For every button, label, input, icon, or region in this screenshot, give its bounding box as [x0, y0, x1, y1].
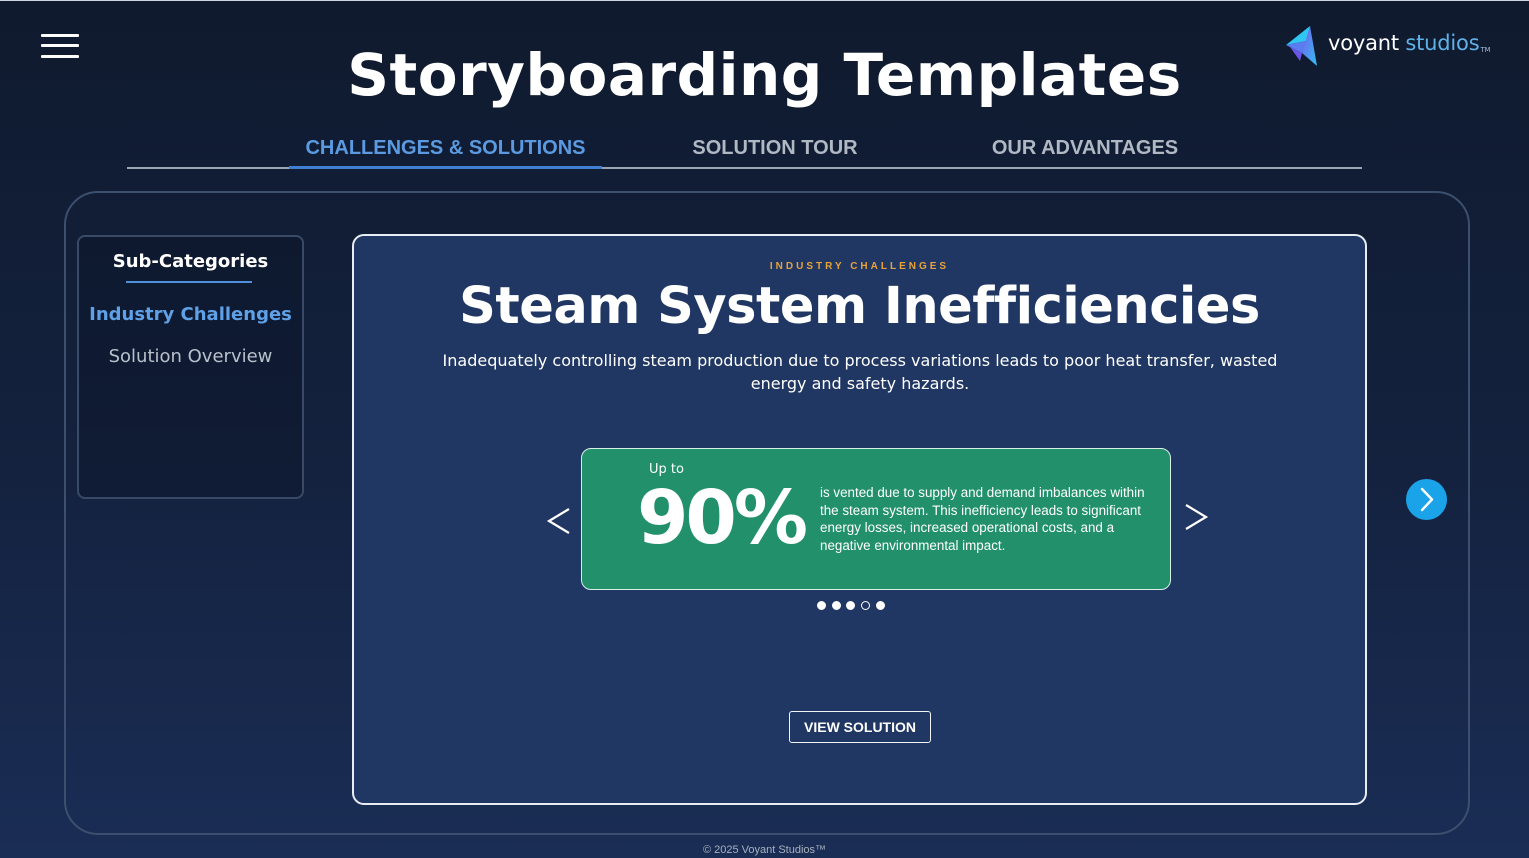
- copyright-footer: © 2025 Voyant Studios™: [702, 844, 827, 856]
- carousel-dot-3[interactable]: [846, 601, 855, 610]
- chevron-left-icon[interactable]: [545, 497, 579, 545]
- card-description: Inadequately controlling steam productio…: [442, 351, 1278, 393]
- subcategory-industry-challenges[interactable]: Industry Challenges: [77, 304, 304, 325]
- carousel-dot-4[interactable]: [861, 601, 870, 610]
- page-title: Storyboarding Templates: [347, 41, 1182, 109]
- carousel-dot-5[interactable]: [876, 601, 885, 610]
- carousel-dot-2[interactable]: [832, 601, 841, 610]
- card-title: Steam System Inefficiencies: [459, 277, 1260, 336]
- subcategories-panel: [77, 235, 304, 499]
- carousel-dots: [815, 601, 890, 613]
- subcategory-solution-overview[interactable]: Solution Overview: [77, 346, 304, 367]
- view-solution-button[interactable]: VIEW SOLUTION: [789, 711, 931, 743]
- stat-value: 90%: [636, 475, 808, 561]
- card-eyebrow: INDUSTRY CHALLENGES: [769, 261, 950, 272]
- subcategories-title-underline: [126, 281, 252, 283]
- stat-description: is vented due to supply and demand imbal…: [820, 485, 1145, 554]
- tab-solution-tour[interactable]: SOLUTION TOUR: [660, 137, 890, 160]
- chevron-right-icon[interactable]: [1180, 493, 1214, 541]
- tab-challenges-solutions[interactable]: CHALLENGES & SOLUTIONS: [289, 137, 602, 160]
- tab-our-advantages[interactable]: OUR ADVANTAGES: [960, 137, 1210, 160]
- carousel-dot-1[interactable]: [817, 601, 826, 610]
- active-tab-indicator: [289, 166, 602, 169]
- next-circle-arrow-icon[interactable]: [1406, 479, 1447, 520]
- subcategories-title: Sub-Categories: [112, 251, 269, 272]
